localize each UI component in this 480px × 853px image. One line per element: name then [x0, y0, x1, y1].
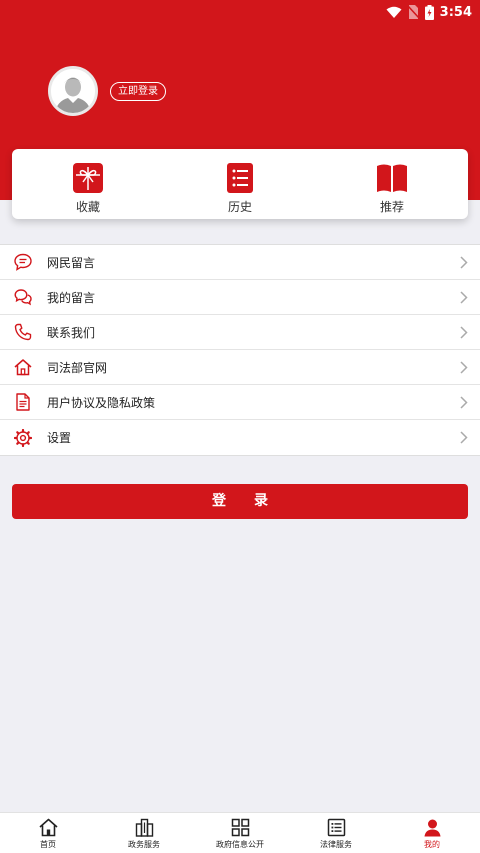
battery-charging-icon: [424, 4, 434, 20]
default-avatar-icon: [51, 69, 95, 113]
chevron-right-icon: [460, 291, 468, 304]
chevron-right-icon: [460, 396, 468, 409]
menu-item-label: 设置: [47, 431, 72, 445]
document-icon: [16, 393, 30, 411]
status-time: 3:54: [439, 4, 472, 20]
login-link[interactable]: 立即登录: [110, 82, 166, 101]
status-bar: 3:54: [386, 2, 472, 22]
quick-action-history[interactable]: 历史: [164, 149, 316, 219]
book-icon: [377, 164, 407, 192]
menu-item-label: 司法部官网: [47, 360, 108, 375]
tab-label: 我的: [424, 840, 440, 849]
tab-mine[interactable]: 我的: [384, 813, 480, 853]
tab-government-info[interactable]: 政府信息公开: [192, 813, 288, 853]
phone-icon: [14, 323, 32, 341]
tab-label: 法律服务: [320, 840, 352, 849]
menu-item-label: 网民留言: [47, 255, 96, 270]
message-icon: [14, 253, 32, 271]
list-icon: [327, 818, 345, 837]
quick-action-recommend[interactable]: 推荐: [316, 149, 468, 219]
chevron-right-icon: [460, 431, 468, 444]
gear-icon: [14, 428, 32, 447]
menu-item-my-messages[interactable]: 我的留言: [0, 280, 480, 315]
menu-item-label: 用户协议及隐私政策: [47, 395, 156, 410]
tab-legal-services[interactable]: 法律服务: [288, 813, 384, 853]
chevron-right-icon: [460, 326, 468, 339]
quick-action-label: 历史: [227, 200, 252, 214]
chat-icon: [14, 289, 32, 306]
quick-action-label: 推荐: [379, 200, 404, 214]
person-icon: [424, 819, 440, 837]
list-icon: [227, 163, 253, 193]
quick-actions-card: 收藏 历史 推荐: [12, 149, 468, 219]
menu-item-user-agreement[interactable]: 用户协议及隐私政策: [0, 385, 480, 420]
home-icon: [14, 359, 32, 376]
home-icon: [38, 818, 58, 837]
menu-item-contact-us[interactable]: 联系我们: [0, 315, 480, 350]
grid-icon: [231, 818, 249, 837]
menu-item-ministry-website[interactable]: 司法部官网: [0, 350, 480, 385]
tab-home[interactable]: 首页: [0, 813, 96, 853]
menu-item-label: 我的留言: [47, 290, 96, 305]
menu-item-settings[interactable]: 设置: [0, 420, 480, 455]
quick-action-favorites[interactable]: 收藏: [12, 149, 164, 219]
tab-government-services[interactable]: 政务服务: [96, 813, 192, 853]
menu-item-label: 联系我们: [47, 325, 96, 340]
settings-menu: 网民留言 我的留言 联系我们 司法部官网 用户协议及隐私政策 设置: [0, 244, 480, 456]
chevron-right-icon: [460, 256, 468, 269]
no-sim-icon: [407, 5, 419, 19]
tab-label: 政府信息公开: [216, 840, 264, 849]
login-button[interactable]: 登录: [12, 484, 468, 519]
wifi-icon: [386, 6, 402, 18]
tab-label: 政务服务: [128, 840, 160, 849]
avatar[interactable]: [48, 66, 98, 116]
chevron-right-icon: [460, 361, 468, 374]
bottom-tab-bar: 首页 政务服务 政府信息公开 法律服务 我的: [0, 812, 480, 853]
tab-label: 首页: [40, 840, 56, 849]
building-icon: [135, 818, 153, 837]
quick-action-label: 收藏: [75, 200, 100, 214]
gift-icon: [73, 163, 103, 193]
menu-item-public-messages[interactable]: 网民留言: [0, 245, 480, 280]
